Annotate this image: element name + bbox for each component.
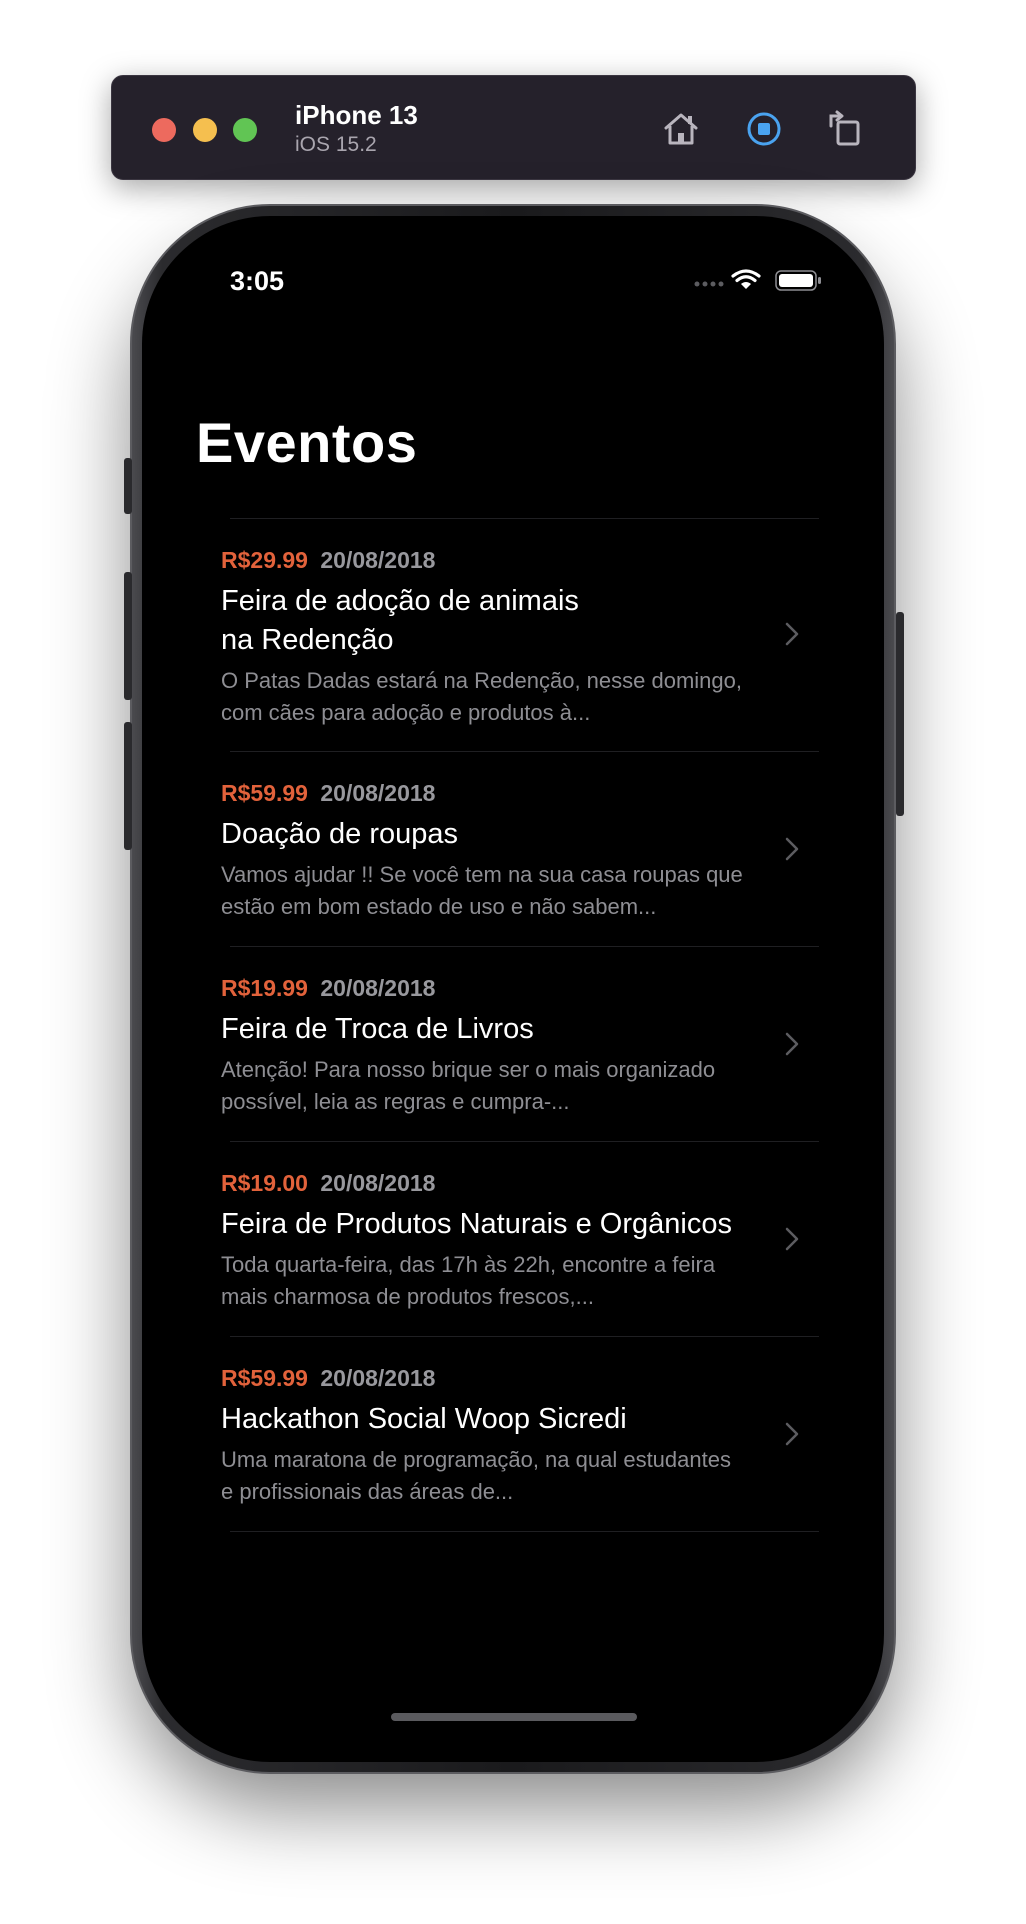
mute-switch [124, 458, 132, 514]
event-description: Uma maratona de programação, na qual est… [221, 1447, 731, 1504]
event-title: Hackathon Social Woop Sicredi [221, 1403, 627, 1435]
event-description: Vamos ajudar !! Se você tem na sua casa … [221, 862, 743, 919]
event-row[interactable]: R$59.99 20/08/2018 Hackathon Social Woop… [221, 1337, 819, 1531]
event-title: Feira de Produtos Naturais e Orgânicos [221, 1208, 732, 1240]
event-price: R$29.99 [221, 547, 308, 573]
event-price: R$19.00 [221, 1170, 308, 1196]
volume-up-button [124, 572, 132, 700]
chevron-right-icon [785, 622, 799, 646]
event-price: R$59.99 [221, 780, 308, 806]
device-os-version: iOS 15.2 [295, 133, 377, 156]
home-icon[interactable] [658, 106, 704, 152]
event-row[interactable]: R$19.00 20/08/2018 Feira de Produtos Nat… [221, 1142, 819, 1336]
chevron-right-icon [785, 1422, 799, 1446]
event-meta: R$59.99 20/08/2018 [221, 779, 749, 807]
status-time: 3:05 [230, 266, 285, 296]
chevron-right-icon [785, 1032, 799, 1056]
home-indicator[interactable] [391, 1713, 637, 1721]
event-date: 20/08/2018 [320, 780, 436, 806]
page-title: Eventos [196, 411, 418, 474]
event-description: Toda quarta-feira, das 17h às 22h, encon… [221, 1252, 716, 1309]
device-name: iPhone 13 [295, 100, 418, 130]
minimize-window-button[interactable] [193, 118, 217, 142]
phone-screen: 3:05 Eventos R$29.99 20/08/2018 Feira de… [142, 216, 884, 1762]
battery-icon [775, 270, 821, 291]
event-meta: R$19.00 20/08/2018 [221, 1169, 749, 1197]
event-price: R$59.99 [221, 1365, 308, 1391]
chevron-right-icon [785, 837, 799, 861]
event-title: Feira de adoção de animais na Redenção [221, 585, 579, 656]
power-button [896, 612, 904, 816]
event-price: R$19.99 [221, 975, 308, 1001]
screenshot-icon[interactable] [741, 106, 787, 152]
event-meta: R$29.99 20/08/2018 [221, 546, 749, 574]
events-list: R$29.99 20/08/2018 Feira de adoção de an… [221, 518, 819, 1532]
event-row[interactable]: R$59.99 20/08/2018 Doação de roupas Vamo… [221, 752, 819, 946]
event-description: O Patas Dadas estará na Redenção, nesse … [221, 668, 742, 725]
status-icons [694, 269, 821, 291]
event-date: 20/08/2018 [320, 1365, 436, 1391]
event-meta: R$59.99 20/08/2018 [221, 1364, 749, 1392]
rotate-icon[interactable] [823, 106, 869, 152]
simulator-toolbar: iPhone 13 iOS 15.2 [111, 75, 916, 180]
event-row[interactable]: R$29.99 20/08/2018 Feira de adoção de an… [221, 519, 819, 751]
close-window-button[interactable] [152, 118, 176, 142]
event-date: 20/08/2018 [320, 547, 436, 573]
volume-down-button [124, 722, 132, 850]
wifi-icon [731, 269, 761, 289]
event-title: Doação de roupas [221, 818, 458, 850]
zoom-window-button[interactable] [233, 118, 257, 142]
event-meta: R$19.99 20/08/2018 [221, 974, 749, 1002]
signal-dots-icon [694, 281, 724, 287]
event-date: 20/08/2018 [320, 1170, 436, 1196]
chevron-right-icon [785, 1227, 799, 1251]
event-row[interactable]: R$19.99 20/08/2018 Feira de Troca de Liv… [221, 947, 819, 1141]
list-separator [230, 1531, 819, 1532]
event-description: Atenção! Para nosso brique ser o mais or… [221, 1057, 716, 1114]
event-date: 20/08/2018 [320, 975, 436, 1001]
event-title: Feira de Troca de Livros [221, 1013, 534, 1045]
